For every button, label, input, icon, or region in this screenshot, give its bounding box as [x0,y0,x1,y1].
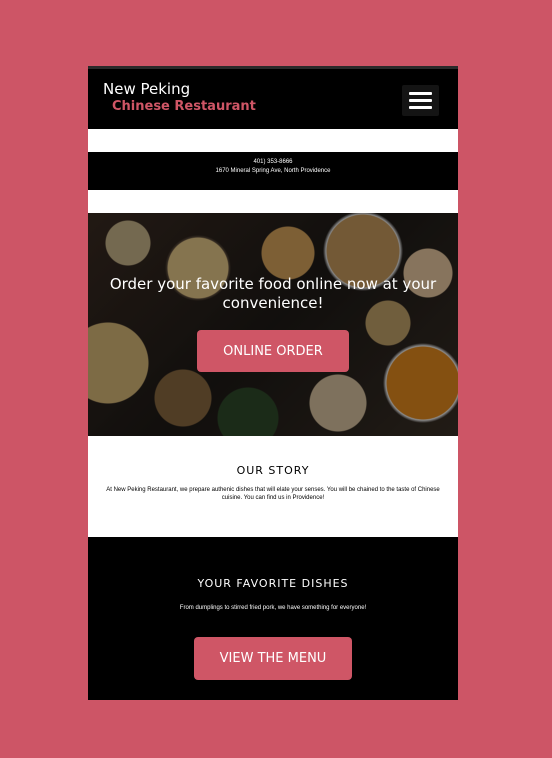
story-title: OUR STORY [236,464,310,477]
mobile-page: New Peking Chinese Restaurant 401) 353-8… [88,66,458,700]
hamburger-menu-icon [409,99,432,102]
contact-bar: 401) 353-8666 1670 Mineral Spring Ave, N… [88,152,458,190]
hero-banner: Order your favorite food online now at y… [88,213,458,436]
our-story-section: OUR STORY At New Peking Restaurant, we p… [88,436,458,537]
dishes-subtitle: From dumplings to stirred fried pork, we… [179,605,367,611]
story-body: At New Peking Restaurant, we prepare aut… [106,487,440,501]
brand-tagline[interactable]: Chinese Restaurant [112,99,256,114]
address: 1670 Mineral Spring Ave, North Providenc… [215,168,331,174]
site-header: New Peking Chinese Restaurant [88,66,458,129]
favorite-dishes-section: YOUR FAVORITE DISHES From dumplings to s… [88,537,458,700]
hamburger-menu-icon [409,106,432,109]
online-order-button[interactable]: ONLINE ORDER [197,330,349,372]
dishes-title: YOUR FAVORITE DISHES [197,577,349,590]
hamburger-menu-button[interactable] [402,85,439,116]
hamburger-menu-icon [409,92,432,95]
phone-number[interactable]: 401) 353-8666 [88,158,458,167]
view-menu-button[interactable]: VIEW THE MENU [194,637,352,680]
hero-headline: Order your favorite food online now at y… [109,275,437,312]
hero-overlay [88,213,458,436]
brand-name[interactable]: New Peking [103,80,190,98]
